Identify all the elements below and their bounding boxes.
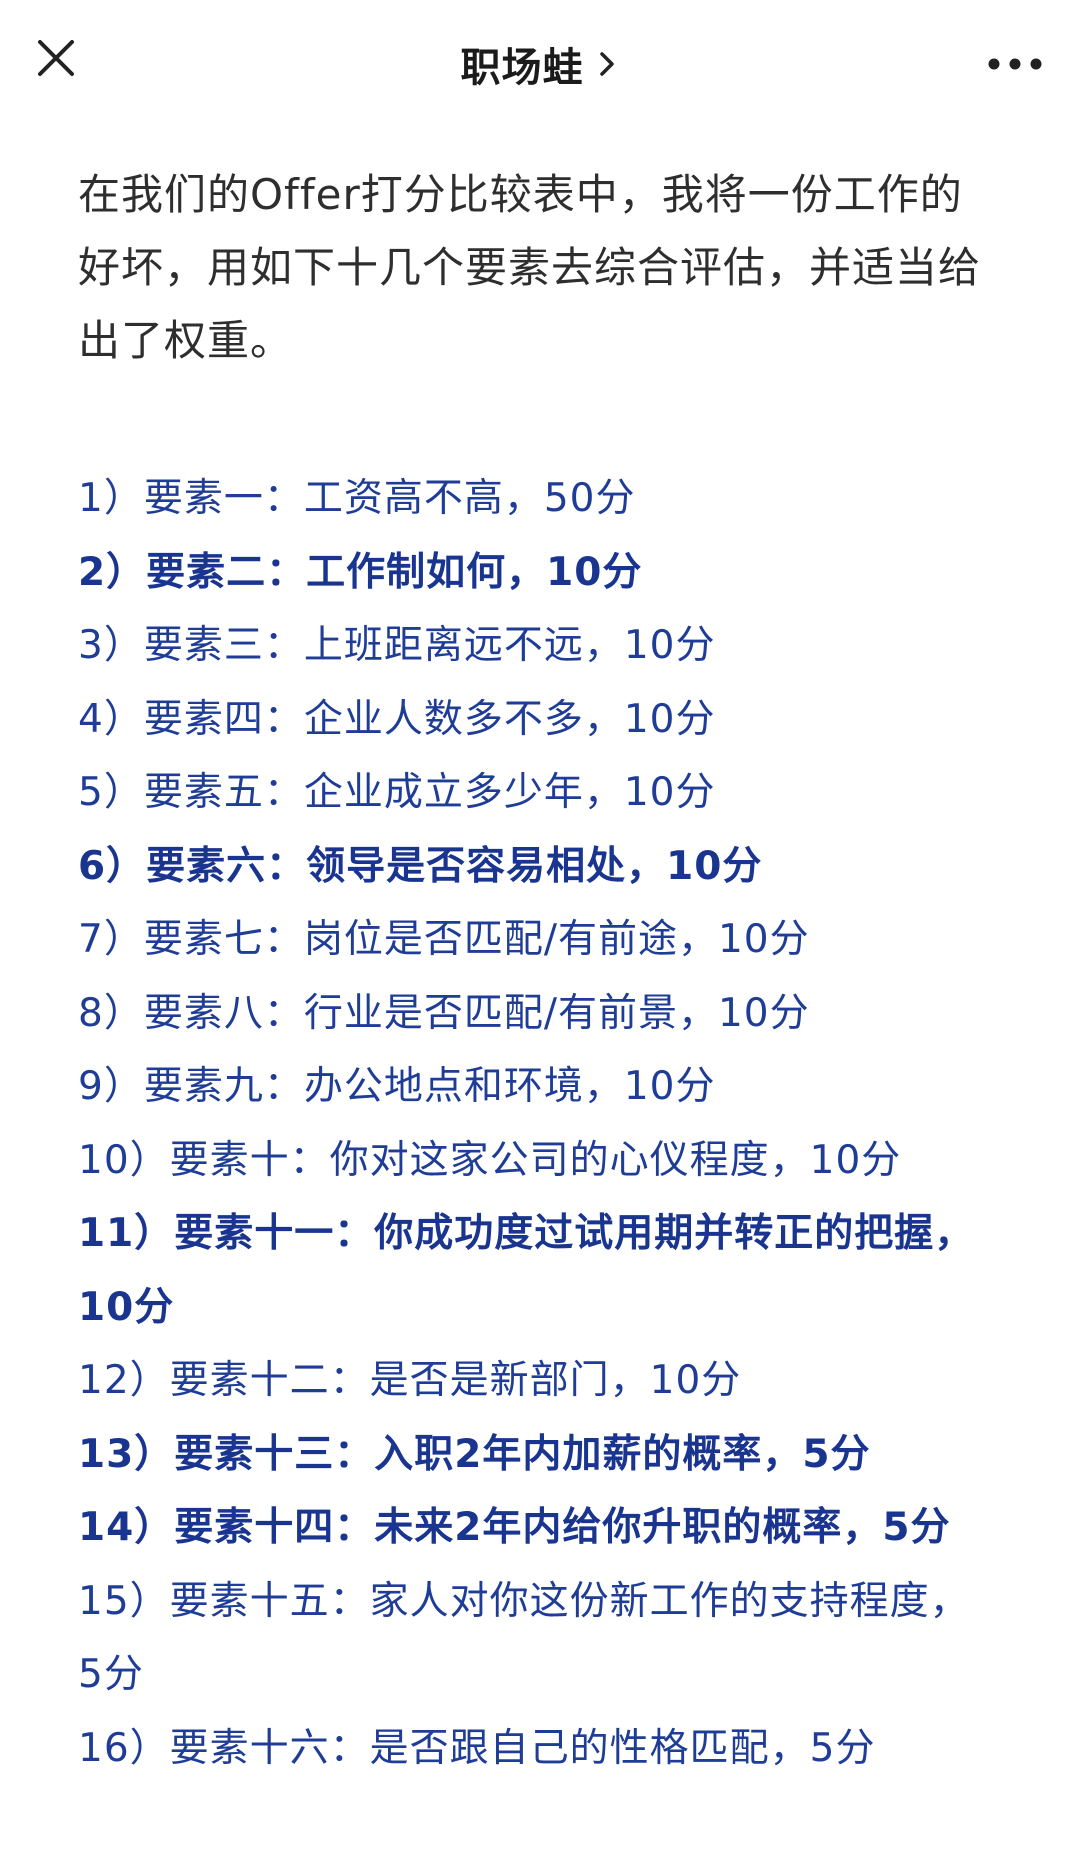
- more-options-button[interactable]: [980, 34, 1050, 94]
- factor-item: 1）要素一：工资高不高，50分: [78, 476, 636, 521]
- factor-item: 11）要素十一：你成功度过试用期并转正的把握，10分: [78, 1211, 975, 1330]
- factor-item: 12）要素十二：是否是新部门，10分: [78, 1358, 742, 1403]
- factor-item: 2）要素二：工作制如何，10分: [78, 549, 643, 595]
- more-dots-icon: [988, 58, 1042, 70]
- factor-item: 10）要素十：你对这家公司的心仪程度，10分: [78, 1137, 902, 1183]
- top-navigation-bar: 职场蛙: [0, 0, 1080, 132]
- factor-item: 8）要素八：行业是否匹配/有前景，10分: [78, 990, 810, 1036]
- intro-paragraph: 在我们的Offer打分比较表中，我将一份工作的好坏，用如下十几个要素去综合评估，…: [78, 170, 982, 365]
- factor-item: 6）要素六：领导是否容易相处，10分: [78, 843, 763, 889]
- account-title: 职场蛙: [460, 45, 584, 91]
- article-page: 职场蛙 在我们的Offer打分比较表中，我将一份工作的好坏，用如下十几个要素去综…: [0, 0, 1080, 1862]
- factor-item: 15）要素十五：家人对你这份新工作的支持程度，5分: [78, 1578, 970, 1698]
- factor-item: 7）要素七：岗位是否匹配/有前途，10分: [78, 917, 810, 962]
- factor-list: 1）要素一：工资高不高，50分 2）要素二：工作制如何，10分 3）要素三：上班距离…: [78, 462, 1008, 1785]
- factor-item: 4）要素四：企业人数多不多，10分: [78, 696, 716, 742]
- factor-item: 14）要素十四：未来2年内给你升职的概率，5分: [78, 1505, 951, 1550]
- factor-item: 3）要素三：上班距离远不远，10分: [78, 623, 716, 668]
- factor-item: 16）要素十六：是否跟自己的性格匹配，5分: [78, 1725, 876, 1771]
- article-body: 在我们的Offer打分比较表中，我将一份工作的好坏，用如下十几个要素去综合评估，…: [78, 158, 1008, 1785]
- factor-item: 9）要素九：办公地点和环境，10分: [78, 1064, 716, 1109]
- account-title-link[interactable]: 职场蛙: [0, 34, 1080, 94]
- factor-item: 5）要素五：企业成立多少年，10分: [78, 770, 716, 815]
- chevron-right-icon: [599, 52, 614, 76]
- factor-item: 13）要素十三：入职2年内加薪的概率，5分: [78, 1431, 871, 1477]
